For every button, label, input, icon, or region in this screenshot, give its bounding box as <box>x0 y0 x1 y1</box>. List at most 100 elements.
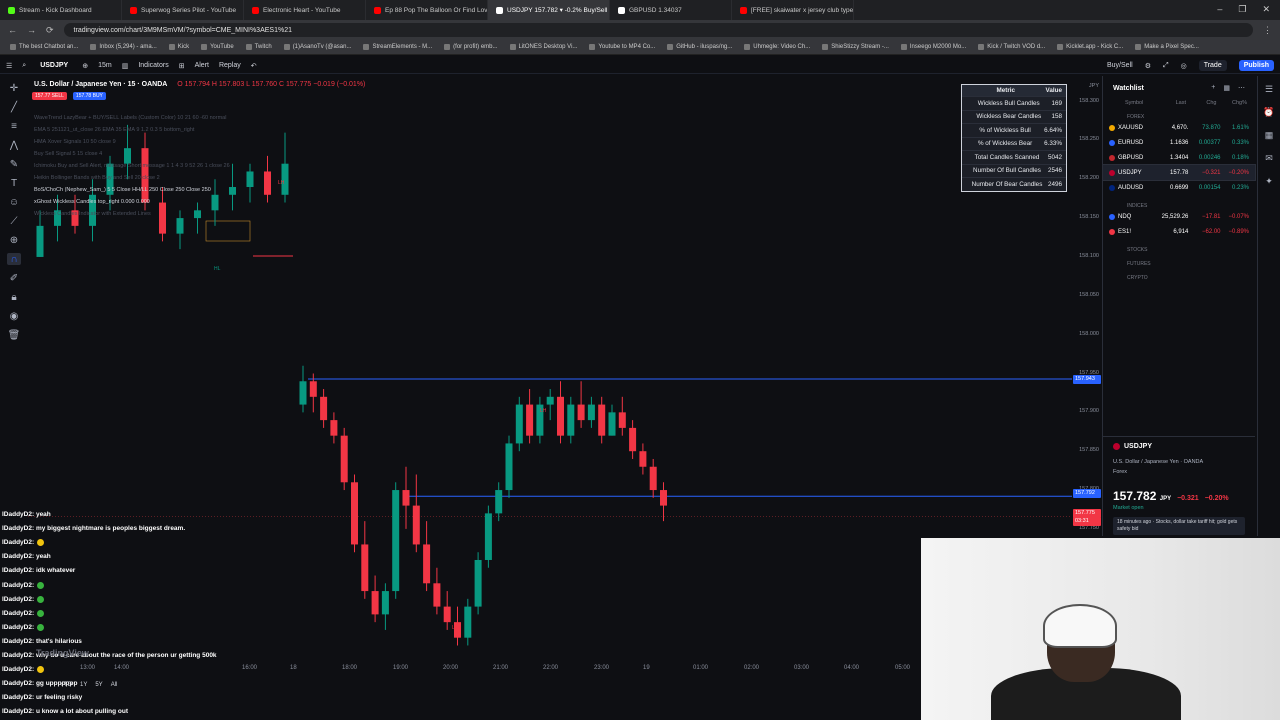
indicator-legend-row[interactable]: Heikin Bollinger Bands with Buy and Sell… <box>34 172 230 184</box>
indicator-legend-row[interactable]: Ichimoku Buy and Sell Alert, message Sho… <box>34 160 230 172</box>
indicator-legend-row[interactable]: Buy Sell Signal 5 15 close 4 <box>34 148 230 160</box>
bookmark[interactable]: Inbox (5,294) - ama... <box>90 44 157 50</box>
watchlist-icon[interactable]: ☰ <box>1265 84 1273 95</box>
section-crypto[interactable]: CRYPTO <box>1103 267 1255 281</box>
magnet-icon[interactable]: ∩ <box>7 253 21 265</box>
indicator-legend-row[interactable]: HMA Xover Signals 10 50 close 9 <box>34 136 230 148</box>
forward-icon[interactable]: → <box>27 25 36 35</box>
ideas-icon[interactable]: ✦ <box>1265 176 1273 187</box>
trade-button[interactable]: Trade <box>1198 60 1227 71</box>
layouts-icon[interactable]: ⊞ <box>179 62 185 70</box>
alert-button[interactable]: Alert <box>195 62 209 69</box>
range-button[interactable]: 5Y <box>95 682 102 688</box>
bookmark[interactable]: The best Chatbot an... <box>10 44 78 50</box>
lock-icon[interactable]: 🔒︎ <box>7 291 21 303</box>
brush-icon[interactable]: ✎ <box>7 158 21 170</box>
bookmark[interactable]: Inseego M2000 Mo... <box>900 44 966 50</box>
section-stocks[interactable]: STOCKS <box>1103 239 1255 253</box>
col-chg[interactable]: Chg <box>1186 100 1216 106</box>
bookmark[interactable]: Twitch <box>245 44 272 50</box>
sell-badge[interactable]: 157.77 SELL <box>32 92 67 100</box>
layout-icon[interactable]: ▦ <box>1223 84 1230 92</box>
bookmark[interactable]: Youtube to MP4 Co... <box>589 44 655 50</box>
section-forex[interactable]: FOREX <box>1103 106 1255 120</box>
watchlist-title[interactable]: Watchlist <box>1113 85 1144 92</box>
indicator-legend-row[interactable]: EMA 5 251121_ut_close 26 EMA 35 EMA 9 1.… <box>34 124 230 136</box>
section-indices[interactable]: INDICES <box>1103 195 1255 209</box>
publish-button[interactable]: Publish <box>1238 60 1274 71</box>
news-item[interactable]: 18 minutes ago · Stocks, dollar take tar… <box>1113 517 1245 535</box>
section-futures[interactable]: FUTURES <box>1103 253 1255 267</box>
bookmark[interactable]: Uhmegle: Video Ch... <box>744 44 810 50</box>
watchlist-row[interactable]: XAUUSD 4,670. 73.870 1.61% <box>1103 120 1255 135</box>
camera-icon[interactable]: ◎ <box>1181 62 1187 70</box>
indicator-legend-row[interactable]: xGhost Wickless Candles top_right 0.000 … <box>34 196 230 208</box>
alerts-icon[interactable]: ⏰ <box>1263 107 1274 118</box>
ruler-icon[interactable]: ⟋ <box>7 215 21 227</box>
zoom-icon[interactable]: ⊕ <box>7 234 21 246</box>
replay-button[interactable]: Replay <box>219 62 241 69</box>
range-button[interactable]: All <box>111 682 118 688</box>
range-button[interactable]: 1Y <box>80 682 87 688</box>
bookmark[interactable]: YouTube <box>201 44 234 50</box>
bookmark[interactable]: ShieStizzy Stream -... <box>822 44 889 50</box>
browser-tab[interactable]: GBPUSD 1.34037 <box>610 0 732 20</box>
extensions-icon[interactable]: ⋮ <box>1263 25 1272 36</box>
reload-icon[interactable]: ⟳ <box>46 25 54 36</box>
fullscreen-icon[interactable]: ⤢ <box>1163 62 1169 70</box>
close-icon[interactable]: ✕ <box>1262 4 1270 15</box>
back-icon[interactable]: ← <box>8 25 17 35</box>
watchlist-row[interactable]: GBPUSD 1.3404 0.00246 0.18% <box>1103 150 1255 165</box>
add-symbol-icon[interactable]: + <box>1211 84 1215 92</box>
crosshair-icon[interactable]: ✛ <box>7 82 21 94</box>
menu-icon[interactable]: ☰ <box>6 62 12 70</box>
fib-icon[interactable]: ≡ <box>7 120 21 132</box>
text-icon[interactable]: T <box>7 177 21 189</box>
settings-icon[interactable]: ⚙ <box>1145 62 1151 70</box>
undo-icon[interactable]: ↶ <box>251 62 257 70</box>
pattern-icon[interactable]: ⋀ <box>7 139 21 151</box>
bookmark[interactable]: Kick / Twitch VOD d... <box>978 44 1045 50</box>
browser-tab[interactable]: [FREE] skaiwater x jersey club type b... <box>732 0 854 20</box>
url-field[interactable]: tradingview.com/chart/3M9MSmVM/?symbol=C… <box>63 23 1253 37</box>
watchlist-row[interactable]: NDQ 25,529.26 −17.81 −0.07% <box>1103 209 1255 224</box>
more-icon[interactable]: ⋯ <box>1238 84 1245 92</box>
interval-button[interactable]: 15m <box>98 62 112 69</box>
browser-tab[interactable]: Stream - Kick Dashboard <box>0 0 122 20</box>
bookmark[interactable]: StreamElements - M... <box>363 44 432 50</box>
calendar-icon[interactable]: ▦ <box>1265 130 1274 141</box>
indicator-legend-row[interactable]: WaveTrend LazyBear + BUY/SELL Labels (Cu… <box>34 112 230 124</box>
shapes-icon[interactable]: ☺ <box>7 196 21 208</box>
indicator-legend-row[interactable]: BoS/ChoCh (Nephew_Sam_) 5 5 Close HH/LL … <box>34 184 230 196</box>
buysell-button[interactable]: Buy/Sell <box>1107 62 1133 69</box>
candle-type-icon[interactable]: ▥ <box>122 62 129 70</box>
browser-tab[interactable]: Superwog Series Pilot - YouTube <box>122 0 244 20</box>
compare-icon[interactable]: ⊕ <box>82 62 88 70</box>
range-button[interactable]: YTD <box>60 682 72 688</box>
bookmark[interactable]: LitONES Desktop Vi... <box>509 44 577 50</box>
trash-icon[interactable]: 🗑︎ <box>7 329 21 341</box>
indicator-legend-row[interactable]: Wickless Candles Indicator with Extended… <box>34 208 230 220</box>
pencil-lock-icon[interactable]: ✐ <box>7 272 21 284</box>
maximize-icon[interactable]: ❐ <box>1238 4 1246 15</box>
detail-symbol[interactable]: USDJPY <box>1124 443 1152 450</box>
eye-icon[interactable]: ◉ <box>7 310 21 322</box>
buy-badge[interactable]: 157.78 BUY <box>72 92 106 100</box>
minimize-icon[interactable]: – <box>1217 4 1222 15</box>
watchlist-row[interactable]: ES1! 6,914 −62.00 −0.89% <box>1103 224 1255 239</box>
bookmark[interactable]: GitHub - iluspas/ng... <box>667 44 732 50</box>
indicators-button[interactable]: Indicators <box>138 62 168 69</box>
col-pct[interactable]: Chg% <box>1217 100 1247 106</box>
chat-icon[interactable]: ✉ <box>1265 153 1273 164</box>
symbol-search[interactable]: USDJPY <box>36 60 72 71</box>
bookmark[interactable]: (for profit) emb... <box>444 44 498 50</box>
col-symbol[interactable]: Symbol <box>1125 100 1156 106</box>
bookmark[interactable]: Kicklet.app - Kick C... <box>1057 44 1123 50</box>
search-icon[interactable]: ⌕ <box>22 62 26 70</box>
bookmark[interactable]: Kick <box>168 44 189 50</box>
bookmark[interactable]: (1)AsanoTv (@asan... <box>283 44 351 50</box>
bookmark[interactable]: Make a Pixel Spec... <box>1135 44 1199 50</box>
watchlist-row[interactable]: AUDUSD 0.6699 0.00154 0.23% <box>1103 180 1255 195</box>
watchlist-row[interactable]: USDJPY 157.78 −0.321 −0.20% <box>1102 164 1256 181</box>
col-last[interactable]: Last <box>1156 100 1186 106</box>
